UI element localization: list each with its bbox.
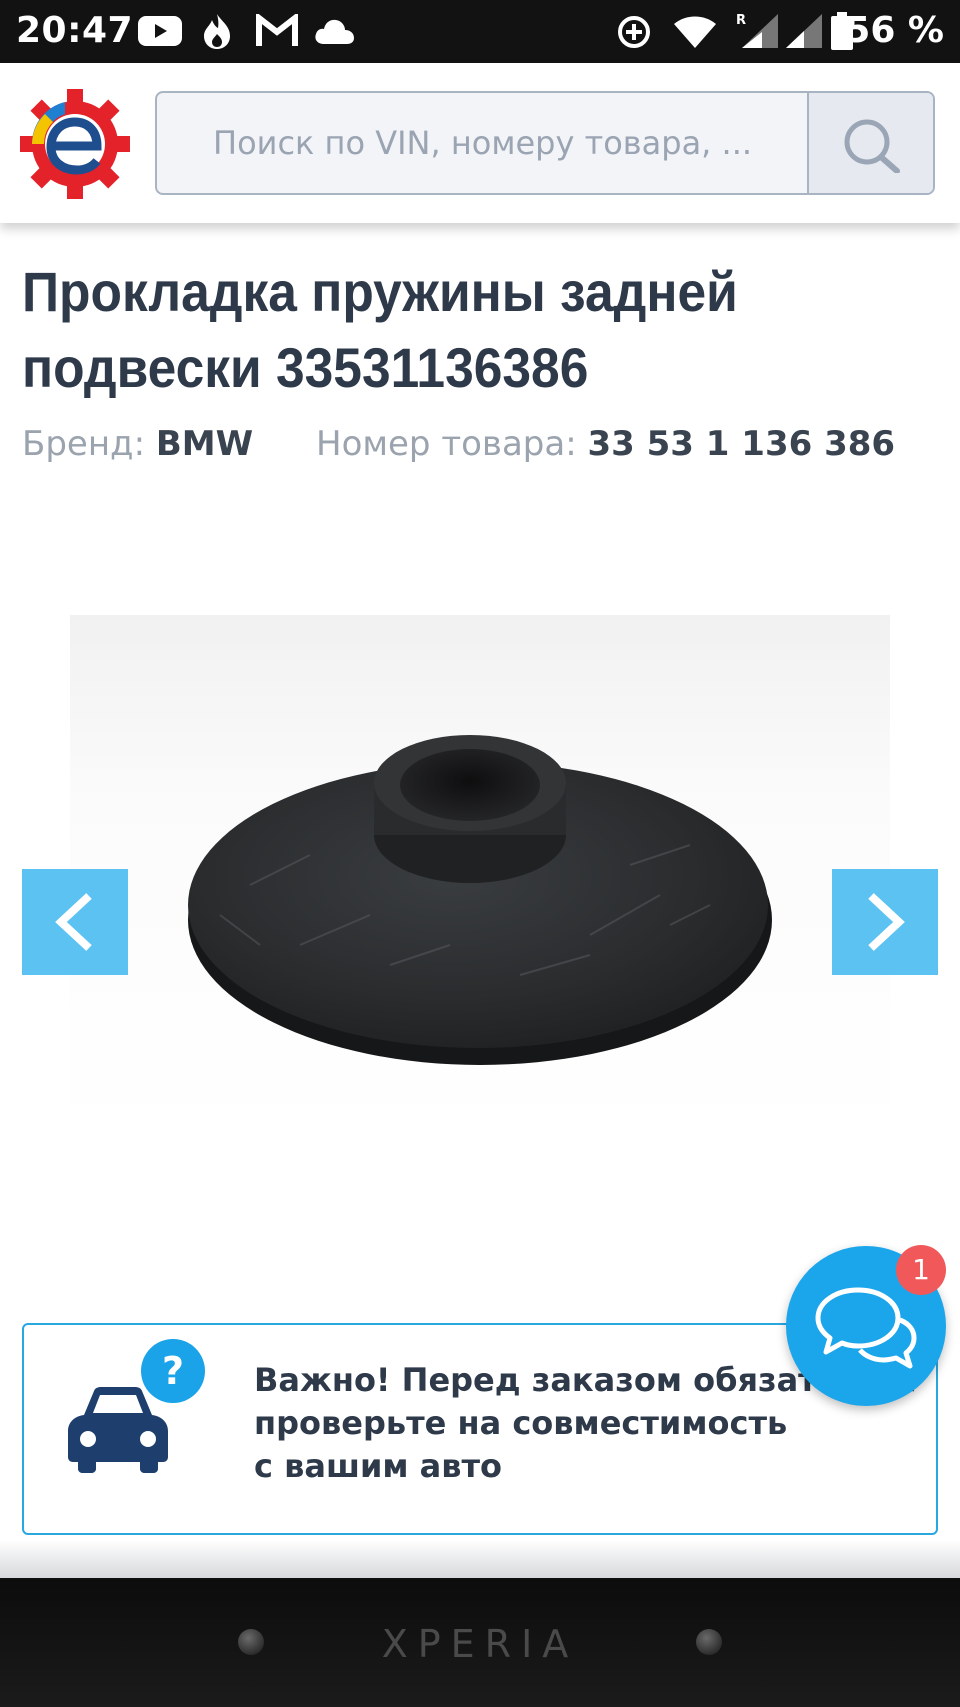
status-bar: 20:47 R 56 % [0,0,960,63]
brand-value[interactable]: BMW [156,424,253,464]
site-header [0,63,960,223]
search-icon [844,119,900,173]
part-number-info: Номер товара: 33 53 1 136 386 [316,424,895,464]
notice-line: проверьте на совместимость [254,1404,788,1442]
chat-unread-badge: 1 [896,1245,946,1295]
car-icon [66,1385,170,1478]
notice-line: с вашим авто [254,1447,503,1485]
part-number-label: Номер товара: [316,424,577,464]
part-number-value: 33 53 1 136 386 [587,424,896,464]
youtube-icon [138,14,182,52]
gmail-icon [256,11,298,52]
device-brand: XPERIA [381,1622,579,1666]
search-button[interactable] [807,93,933,193]
product-title: Прокладка пружины задней подвески 335311… [22,260,738,399]
product-gallery [0,560,960,1180]
data-saver-icon [616,14,652,54]
site-logo[interactable] [20,89,130,199]
brand-label: Бренд: [22,424,146,464]
fire-icon [200,12,234,54]
search-input[interactable] [157,93,811,193]
question-badge-icon: ? [141,1339,205,1403]
chat-bubbles-icon [815,1287,917,1369]
svg-text:R: R [736,13,746,28]
chevron-left-icon [55,893,92,951]
signal-icon [782,12,824,52]
page-bottom-fade [0,1540,960,1578]
cloud-icon [314,18,354,48]
chevron-right-icon [868,893,905,951]
gallery-next-button[interactable] [832,869,938,975]
battery-percent: 56 % [845,10,944,51]
brand-info: Бренд: BMW [22,424,253,464]
wifi-icon [672,14,718,52]
signal-roaming-icon: R [734,12,782,52]
gallery-prev-button[interactable] [22,869,128,975]
status-time: 20:47 [16,10,134,51]
product-image[interactable] [70,615,890,1140]
search-box [155,91,935,195]
